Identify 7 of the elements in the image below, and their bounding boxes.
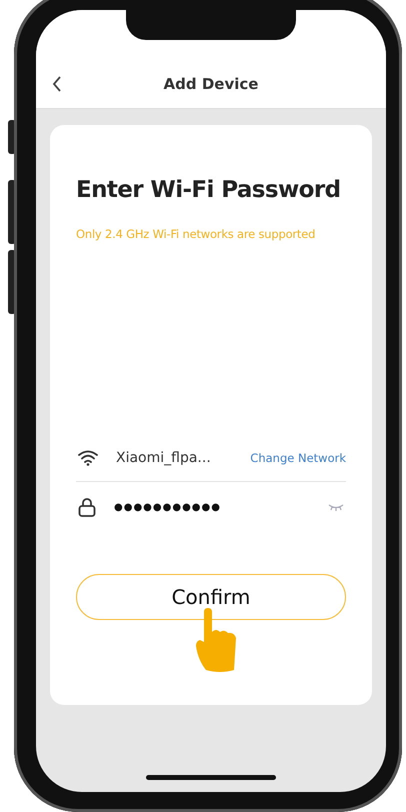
header-title: Add Device: [164, 75, 258, 93]
network-name: Xiaomi_flpa...: [116, 450, 212, 466]
confirm-button[interactable]: Confirm: [76, 574, 346, 620]
card-title: Enter Wi-Fi Password: [76, 176, 342, 205]
change-network-link[interactable]: Change Network: [250, 451, 346, 465]
password-field[interactable]: ●●●●●●●●●●●: [114, 502, 328, 512]
notice-text: Only 2.4 GHz Wi-Fi networks are supported: [76, 227, 316, 241]
